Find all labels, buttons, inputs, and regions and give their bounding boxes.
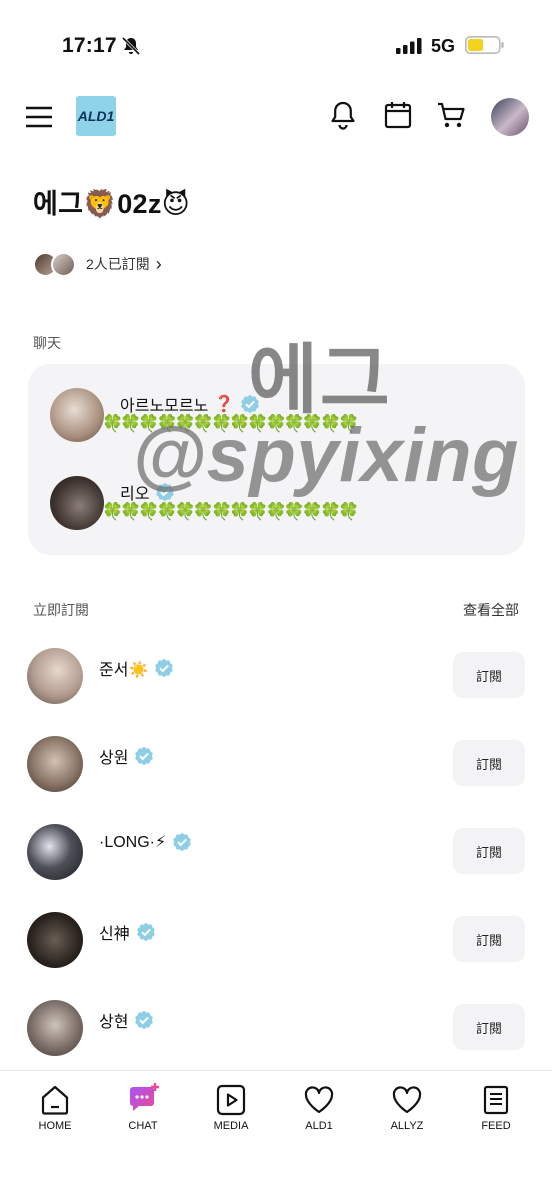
artist-name-text: 준서☀️ (99, 662, 149, 679)
artist-row: 상현 訂閱 (0, 1000, 552, 1058)
avatar (50, 388, 104, 442)
heart-outline-icon (392, 1086, 422, 1114)
subscribe-button[interactable]: 訂閱 (453, 740, 525, 786)
verified-icon (135, 1010, 154, 1030)
cart-icon[interactable] (436, 100, 466, 130)
tab-label: ALLYZ (390, 1120, 424, 1132)
top-navigation: ALD1 (0, 96, 552, 142)
artist-row: 신神 訂閱 (0, 912, 552, 970)
avatar[interactable] (27, 736, 83, 792)
status-time: 17:17 (62, 34, 117, 57)
artist-name-text: ·LONG·⚡ (99, 834, 167, 851)
tab-home[interactable]: HOME (20, 1083, 90, 1143)
subscribe-button[interactable]: 訂閱 (453, 652, 525, 698)
heart-icon (304, 1086, 334, 1114)
tab-media[interactable]: MEDIA (196, 1083, 266, 1143)
see-all-link[interactable]: 查看全部 (463, 600, 519, 620)
profile-avatar[interactable] (491, 98, 529, 136)
network-label: 5G (431, 36, 456, 56)
avatar[interactable] (27, 1000, 83, 1056)
tab-label: ALD1 (305, 1120, 333, 1132)
artist-name: 신神 (99, 920, 156, 944)
question-icon: ❓ (214, 396, 235, 413)
logo-text: ALD1 (77, 108, 115, 124)
watermark-line2: @spyixing (132, 413, 519, 498)
chevron-right-icon: › (155, 254, 162, 274)
avatar[interactable] (27, 912, 83, 968)
tab-label: HOME (38, 1120, 72, 1132)
subscribe-button[interactable]: 訂閱 (453, 916, 525, 962)
feed-icon (483, 1085, 509, 1115)
artist-name-text: 신神 (99, 926, 130, 943)
avatar[interactable] (27, 824, 83, 880)
subscribers-count: 2人已訂閱 (86, 256, 150, 272)
verified-icon (136, 922, 155, 942)
subscribe-button[interactable]: 訂閱 (453, 828, 525, 874)
bell-icon[interactable] (328, 100, 358, 130)
status-bar: 17:17 5G (0, 0, 552, 90)
artist-row: 준서☀️ 訂閱 (0, 648, 552, 706)
artist-name-text: 상원 (99, 750, 129, 767)
bottom-tab-bar: HOME CHAT MEDIA ALD1 ALLYZ FEED (0, 1070, 552, 1200)
artist-name: 준서☀️ (99, 656, 174, 680)
chat-room-preview: 🍀🍀🍀🍀🍀🍀🍀🍀🍀🍀🍀🍀🍀🍀 (102, 502, 359, 521)
tab-ald1[interactable]: ALD1 (284, 1083, 354, 1143)
verified-icon (155, 658, 174, 678)
avatar[interactable] (27, 648, 83, 704)
tab-chat[interactable]: CHAT (108, 1083, 178, 1143)
bell-off-icon (121, 36, 141, 56)
tab-allyz[interactable]: ALLYZ (372, 1083, 442, 1143)
tab-label: MEDIA (213, 1120, 249, 1132)
artist-name: 상원 (99, 744, 154, 768)
tab-label: FEED (481, 1120, 511, 1132)
signal-icon (396, 38, 422, 54)
verified-icon (135, 746, 154, 766)
artist-name: 상현 (99, 1008, 154, 1032)
subscribe-button[interactable]: 訂閱 (453, 1004, 525, 1050)
battery-icon (465, 36, 504, 54)
tab-feed[interactable]: FEED (461, 1083, 531, 1143)
calendar-icon[interactable] (383, 100, 413, 130)
chat-icon (130, 1083, 159, 1111)
avatar (50, 476, 104, 530)
subscribers-link[interactable]: 2人已訂閱 › (33, 250, 162, 278)
play-icon (216, 1084, 246, 1116)
artist-name-text: 상현 (99, 1014, 129, 1031)
artist-row: 상원 訂閱 (0, 736, 552, 794)
chat-section-label: 聊天 (33, 335, 61, 351)
subscribe-section-label: 立即訂閱 (33, 602, 89, 618)
menu-icon[interactable] (26, 106, 52, 128)
home-icon (41, 1085, 69, 1115)
verified-icon (173, 832, 192, 852)
artist-row: ·LONG·⚡ 訂閱 (0, 824, 552, 882)
subscriber-avatar (51, 251, 76, 277)
channel-title: 에그🦁02z😈 (33, 189, 191, 219)
tab-label: CHAT (128, 1120, 158, 1132)
app-logo[interactable]: ALD1 (76, 96, 116, 136)
artist-name: ·LONG·⚡ (99, 832, 192, 852)
